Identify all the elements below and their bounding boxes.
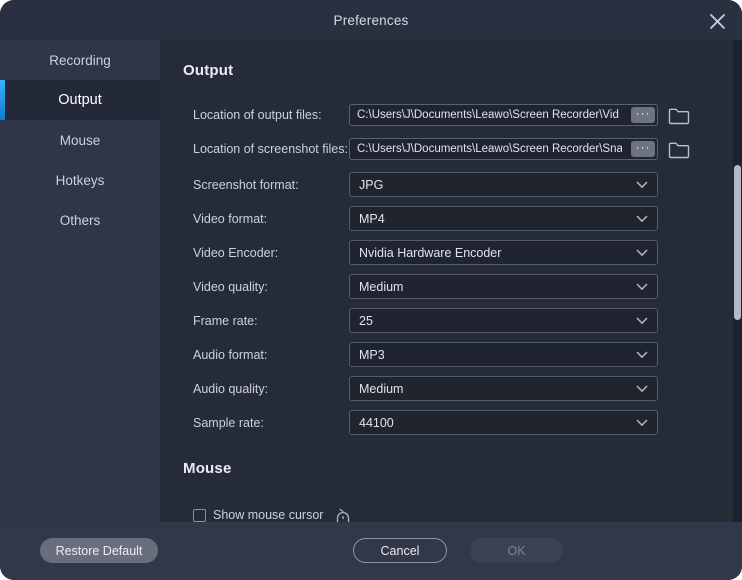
chevron-down-icon	[636, 215, 648, 223]
sidebar-item-recording[interactable]: Recording	[0, 40, 160, 80]
output-location-field[interactable]: C:\Users\J\Documents\Leawo\Screen Record…	[349, 104, 658, 126]
sample-rate-select[interactable]: 44100	[349, 410, 658, 435]
video-format-select[interactable]: MP4	[349, 206, 658, 231]
selected-value: 44100	[350, 416, 394, 430]
sidebar-item-label: Recording	[49, 53, 111, 68]
scrollbar-track[interactable]	[733, 40, 742, 522]
audio-format-row: Audio format: MP3	[160, 342, 742, 367]
selected-value: Medium	[350, 280, 403, 294]
audio-quality-select[interactable]: Medium	[349, 376, 658, 401]
chevron-down-icon	[636, 385, 648, 393]
video-encoder-row: Video Encoder: Nvidia Hardware Encoder	[160, 240, 742, 265]
video-quality-row: Video quality: Medium	[160, 274, 742, 299]
selected-value: Medium	[350, 382, 403, 396]
active-accent-bar	[0, 80, 5, 120]
screenshot-format-select[interactable]: JPG	[349, 172, 658, 197]
chevron-down-icon	[636, 283, 648, 291]
close-icon	[709, 13, 726, 30]
sidebar-item-output[interactable]: Output	[0, 80, 160, 120]
folder-icon	[668, 140, 690, 159]
settings-panel: Output Location of output files: C:\User…	[160, 40, 742, 580]
field-label: Video Encoder:	[193, 246, 349, 260]
selected-value: 25	[350, 314, 373, 328]
restore-default-button[interactable]: Restore Default	[40, 538, 158, 563]
ok-button[interactable]: OK	[470, 538, 563, 563]
sample-rate-row: Sample rate: 44100	[160, 410, 742, 435]
field-label: Frame rate:	[193, 314, 349, 328]
folder-icon	[668, 106, 690, 125]
field-label: Location of screenshot files:	[193, 142, 349, 156]
field-label: Video quality:	[193, 280, 349, 294]
sidebar: Recording Output Mouse Hotkeys Others	[0, 40, 160, 522]
output-section-heading: Output	[160, 62, 742, 80]
selected-value: MP4	[350, 212, 385, 226]
open-folder-button[interactable]	[668, 105, 690, 125]
output-location-row: Location of output files: C:\Users\J\Doc…	[160, 104, 742, 126]
footer-bar: Restore Default Cancel OK	[0, 522, 742, 580]
sidebar-item-mouse[interactable]: Mouse	[0, 120, 160, 160]
video-encoder-select[interactable]: Nvidia Hardware Encoder	[349, 240, 658, 265]
video-quality-select[interactable]: Medium	[349, 274, 658, 299]
chevron-down-icon	[636, 249, 648, 257]
selected-value: Nvidia Hardware Encoder	[350, 246, 501, 260]
video-format-row: Video format: MP4	[160, 206, 742, 231]
sidebar-item-label: Mouse	[60, 133, 101, 148]
dialog-title: Preferences	[334, 13, 409, 28]
field-label: Audio quality:	[193, 382, 349, 396]
title-bar: Preferences	[0, 0, 742, 40]
screenshot-format-row: Screenshot format: JPG	[160, 172, 742, 197]
sidebar-item-label: Others	[60, 213, 101, 228]
screenshot-location-value: C:\Users\J\Documents\Leawo\Screen Record…	[350, 143, 622, 155]
sidebar-item-others[interactable]: Others	[0, 200, 160, 240]
chevron-down-icon	[636, 419, 648, 427]
scrollbar-thumb[interactable]	[734, 165, 741, 320]
sidebar-item-label: Hotkeys	[56, 173, 105, 188]
selected-value: JPG	[350, 178, 383, 192]
open-folder-button[interactable]	[668, 139, 690, 159]
frame-rate-select[interactable]: 25	[349, 308, 658, 333]
sidebar-item-hotkeys[interactable]: Hotkeys	[0, 160, 160, 200]
chevron-down-icon	[636, 351, 648, 359]
frame-rate-row: Frame rate: 25	[160, 308, 742, 333]
chevron-down-icon	[636, 317, 648, 325]
output-location-value: C:\Users\J\Documents\Leawo\Screen Record…	[350, 109, 622, 121]
field-label: Location of output files:	[193, 108, 349, 122]
field-label: Audio format:	[193, 348, 349, 362]
show-mouse-cursor-label: Show mouse cursor	[213, 508, 323, 522]
selected-value: MP3	[350, 348, 385, 362]
cancel-button[interactable]: Cancel	[353, 538, 447, 563]
preferences-dialog: Preferences Recording Output Mouse Hotke…	[0, 0, 742, 580]
audio-quality-row: Audio quality: Medium	[160, 376, 742, 401]
audio-format-select[interactable]: MP3	[349, 342, 658, 367]
browse-button[interactable]: ···	[631, 107, 655, 123]
field-label: Video format:	[193, 212, 349, 226]
screenshot-location-row: Location of screenshot files: C:\Users\J…	[160, 138, 742, 160]
field-label: Screenshot format:	[193, 178, 349, 192]
field-label: Sample rate:	[193, 416, 349, 430]
browse-button[interactable]: ···	[631, 141, 655, 157]
sidebar-item-label: Output	[58, 92, 102, 108]
screenshot-location-field[interactable]: C:\Users\J\Documents\Leawo\Screen Record…	[349, 138, 658, 160]
chevron-down-icon	[636, 181, 648, 189]
show-mouse-cursor-checkbox[interactable]	[193, 509, 206, 522]
close-button[interactable]	[704, 8, 730, 34]
mouse-section-heading: Mouse	[160, 460, 742, 478]
